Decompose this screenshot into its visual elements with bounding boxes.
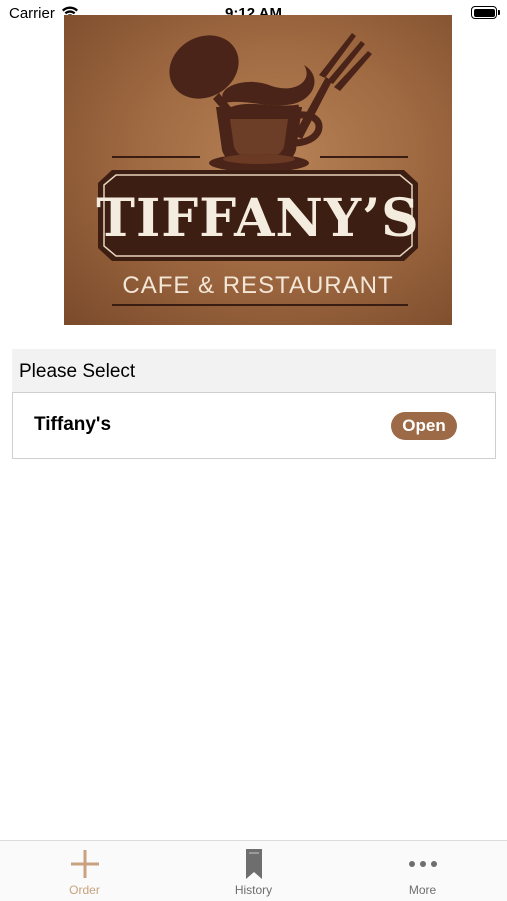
section-title: Please Select <box>19 361 136 382</box>
battery-icon <box>471 6 500 19</box>
tab-more[interactable]: More <box>338 841 507 901</box>
logo-title: TIFFANY’S <box>96 188 420 249</box>
tab-order-label: Order <box>69 883 100 897</box>
restaurant-logo-banner: TIFFANY’S CAFE & RESTAURANT <box>64 15 452 325</box>
tab-history-label: History <box>234 883 273 897</box>
tab-order[interactable]: Order <box>0 841 169 901</box>
bookmark-icon <box>169 848 338 879</box>
open-status-badge: Open <box>391 412 457 440</box>
tab-more-label: More <box>408 883 437 897</box>
tab-history[interactable]: History <box>169 841 338 901</box>
tab-bar: Order History More <box>0 840 507 901</box>
location-row-tiffanys[interactable]: Tiffany's Open <box>12 392 496 459</box>
ellipsis-icon <box>338 848 507 878</box>
section-header: Please Select <box>12 349 496 392</box>
location-name: Tiffany's <box>34 414 112 435</box>
plus-icon <box>0 848 169 878</box>
logo-subtitle: CAFE & RESTAURANT <box>122 272 394 299</box>
